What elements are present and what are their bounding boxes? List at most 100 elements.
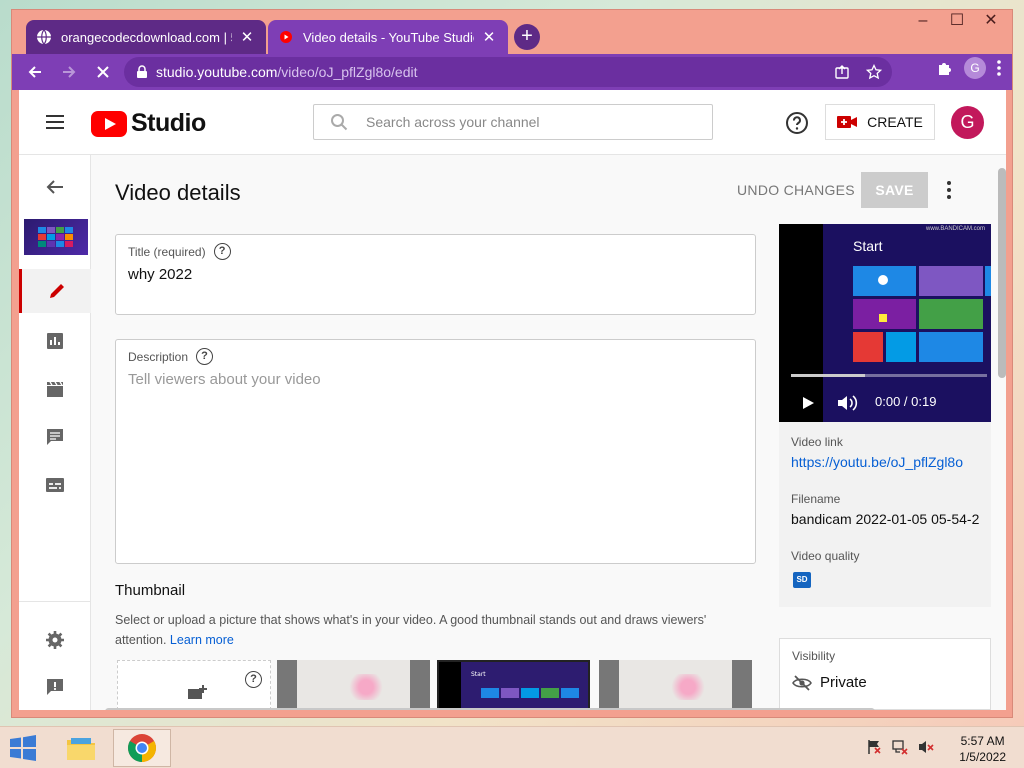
close-tab-icon[interactable]: ✕: [238, 28, 256, 46]
address-bar[interactable]: studio.youtube.com/video/oJ_pflZgl8o/edi…: [124, 57, 892, 87]
taskbar-clock[interactable]: 5:57 AM 1/5/2022: [959, 733, 1006, 765]
browser-window: orangecodecdownload.com | 522 ✕ Video de…: [11, 9, 1013, 718]
undo-changes-button[interactable]: UNDO CHANGES: [737, 182, 855, 198]
title-input[interactable]: why 2022: [128, 266, 192, 283]
forward-button[interactable]: [52, 57, 86, 87]
sidebar-divider: [19, 601, 91, 602]
help-icon[interactable]: ?: [196, 348, 214, 365]
share-icon[interactable]: [834, 64, 850, 80]
create-label: CREATE: [867, 114, 923, 130]
feedback-icon: [47, 679, 63, 695]
stop-loading-button[interactable]: [86, 57, 120, 87]
vertical-scrollbar[interactable]: [998, 168, 1006, 378]
volume-muted-icon[interactable]: [918, 739, 934, 755]
sidebar-item-settings[interactable]: [19, 618, 91, 662]
video-quality-label: Video quality: [791, 549, 860, 563]
horizontal-scrollbar[interactable]: [105, 708, 875, 710]
address-bar-actions: [834, 57, 882, 87]
thumbnail-option-1[interactable]: [277, 660, 430, 710]
sidebar-item-details[interactable]: [19, 269, 91, 313]
play-icon[interactable]: [801, 396, 815, 410]
taskbar-file-explorer[interactable]: [52, 729, 110, 767]
player-letterbox: [779, 224, 823, 422]
clock-time: 5:57 AM: [960, 734, 1005, 748]
help-icon[interactable]: ?: [245, 671, 262, 688]
filename-label: Filename: [791, 492, 841, 506]
minimize-button[interactable]: –: [908, 10, 938, 34]
thumbnail-option-2[interactable]: Start: [437, 660, 590, 710]
tab-orangecodec[interactable]: orangecodecdownload.com | 522 ✕: [26, 20, 266, 54]
page-title: Video details: [115, 180, 241, 205]
close-tab-icon[interactable]: ✕: [480, 28, 498, 46]
help-icon[interactable]: [785, 111, 809, 135]
video-link[interactable]: https://youtu.be/oJ_pflZgl8o: [791, 454, 963, 470]
close-icon: [97, 66, 109, 78]
new-tab-button[interactable]: +: [514, 24, 540, 50]
description-input[interactable]: Tell viewers about your video: [128, 371, 321, 388]
arrow-left-icon: [46, 180, 63, 194]
folder-icon: [67, 738, 95, 760]
video-details-main: Video details UNDO CHANGES SAVE Title (r…: [91, 155, 1006, 710]
visibility-selector[interactable]: Visibility Private: [779, 638, 991, 710]
windows-taskbar: 5:57 AM 1/5/2022: [0, 726, 1024, 768]
create-button[interactable]: CREATE: [825, 104, 935, 140]
account-avatar[interactable]: G: [951, 106, 984, 139]
more-options-icon[interactable]: [939, 179, 959, 201]
thumbnail-help-text: Select or upload a picture that shows wh…: [115, 610, 745, 650]
sidebar-item-feedback[interactable]: [19, 665, 91, 709]
sidebar-item-editor[interactable]: [19, 367, 91, 411]
volume-icon[interactable]: [837, 394, 859, 412]
action-center-flag-icon[interactable]: [866, 739, 882, 755]
taskbar-chrome[interactable]: [113, 729, 171, 767]
url-host: studio.youtube.com: [156, 64, 278, 80]
hamburger-menu-icon[interactable]: [45, 112, 65, 132]
learn-more-link[interactable]: Learn more: [170, 633, 234, 647]
search-input[interactable]: Search across your channel: [366, 114, 540, 130]
search-icon: [331, 114, 348, 131]
sidebar-item-analytics[interactable]: [19, 319, 91, 363]
sidebar-item-comments[interactable]: [19, 415, 91, 459]
youtube-studio-logo[interactable]: Studio: [91, 109, 206, 138]
thumbnail-image: [619, 660, 732, 710]
back-to-content-button[interactable]: [19, 165, 91, 209]
network-icon[interactable]: [892, 739, 908, 755]
save-button[interactable]: SAVE: [861, 172, 928, 208]
thumbnail-option-3[interactable]: [599, 660, 752, 710]
sidebar-item-subtitles[interactable]: [19, 463, 91, 507]
system-tray: [866, 739, 934, 755]
tab-title: Video details - YouTube Studio: [303, 29, 474, 45]
windows-start-icon[interactable]: [8, 735, 38, 761]
description-field[interactable]: Description ? Tell viewers about your vi…: [115, 339, 756, 564]
url-text: studio.youtube.com/video/oJ_pflZgl8o/edi…: [156, 64, 418, 80]
chrome-icon: [128, 734, 156, 762]
title-label-row: Title (required) ?: [128, 243, 231, 260]
player-progress-bar[interactable]: [791, 374, 987, 377]
globe-icon: [37, 29, 51, 45]
close-window-button[interactable]: ✕: [976, 10, 1006, 34]
clapperboard-icon: [47, 381, 63, 397]
bookmark-star-icon[interactable]: [866, 64, 882, 80]
arrow-left-icon: [28, 66, 41, 78]
maximize-button[interactable]: ☐: [942, 10, 972, 34]
upload-thumbnail-button[interactable]: ?: [117, 660, 271, 710]
browser-menu-icon[interactable]: [996, 59, 1002, 77]
video-player[interactable]: Start www.BANDICAM.com 0:00 / 0:19: [779, 224, 991, 422]
profile-avatar[interactable]: G: [964, 57, 986, 79]
thumbnail-heading: Thumbnail: [115, 582, 186, 599]
help-icon[interactable]: ?: [213, 243, 231, 260]
tab-youtube-studio[interactable]: Video details - YouTube Studio ✕: [268, 20, 508, 54]
lock-icon: [137, 65, 147, 78]
youtube-logo-icon: [91, 110, 127, 137]
gear-icon: [46, 631, 64, 649]
video-thumbnail-small[interactable]: [24, 219, 88, 255]
tab-title: orangecodecdownload.com | 522: [61, 29, 232, 45]
tab-strip: orangecodecdownload.com | 522 ✕ Video de…: [12, 10, 1012, 54]
subtitles-icon: [46, 478, 64, 492]
extensions-puzzle-icon[interactable]: [936, 59, 954, 77]
title-field[interactable]: Title (required) ? why 2022: [115, 234, 756, 315]
thumbnail-image: [297, 660, 410, 710]
player-start-text: Start: [853, 238, 883, 254]
logo-text: Studio: [131, 109, 206, 137]
back-button[interactable]: [18, 57, 52, 87]
search-box[interactable]: Search across your channel: [313, 104, 713, 140]
